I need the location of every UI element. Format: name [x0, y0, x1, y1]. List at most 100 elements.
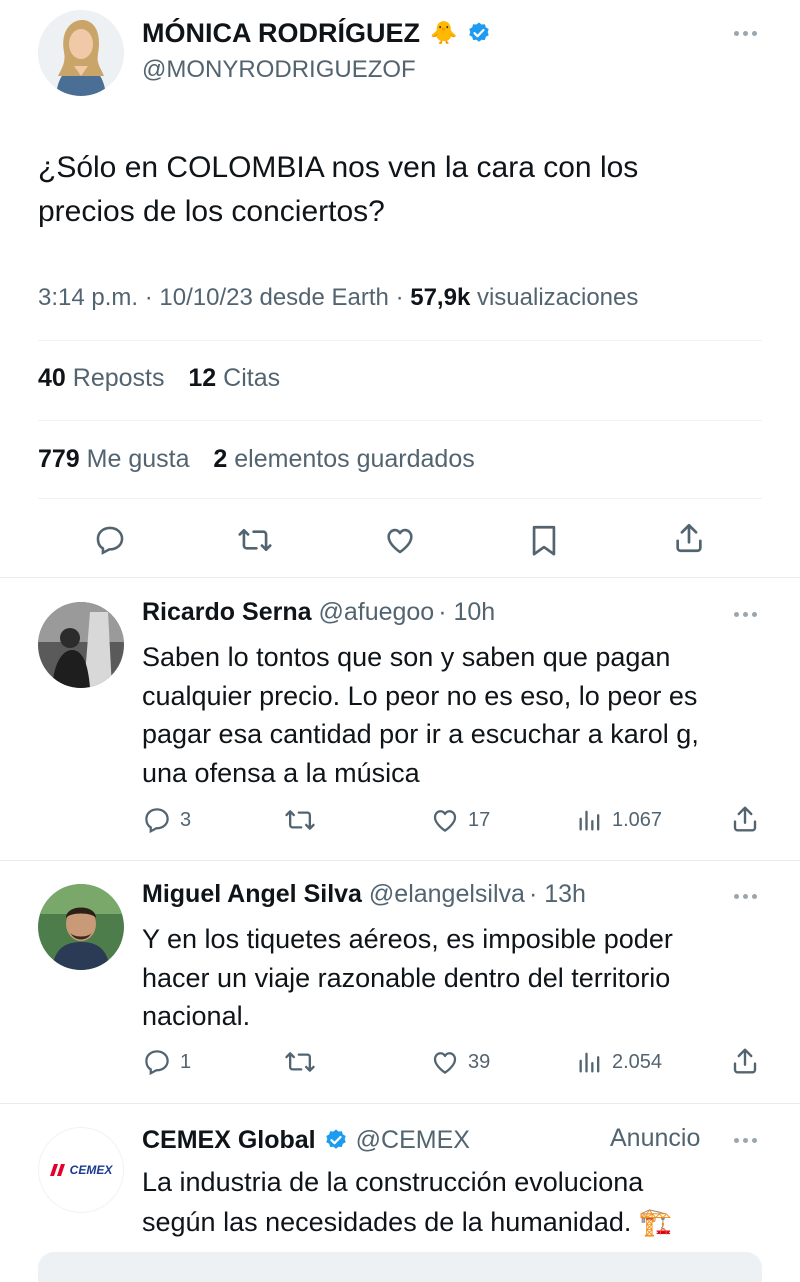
reply-like-button[interactable]: 17: [430, 805, 490, 835]
likes-label: Me gusta: [86, 445, 190, 473]
reply-text-line: Y en los tiquetes aéreos, es imposible p…: [142, 924, 673, 954]
reply-like-button[interactable]: 39: [430, 1047, 490, 1077]
repost-icon: [285, 810, 315, 830]
engagement-row-2: 779 Me gusta 2 elementos guardados: [38, 445, 475, 474]
more-icon[interactable]: [734, 1138, 757, 1143]
quotes-count: 12: [188, 364, 217, 392]
like-button[interactable]: [383, 523, 417, 557]
verified-icon: [324, 1128, 348, 1152]
views-count: 57,9k: [410, 284, 471, 311]
reply-icon: [96, 526, 124, 555]
more-icon[interactable]: [734, 894, 757, 899]
quotes-link[interactable]: 12 Citas: [188, 364, 280, 392]
ad-text-line: La industria de la construcción evolucio…: [142, 1167, 644, 1197]
reply-avatar[interactable]: [38, 884, 124, 970]
ad-text-line: según las necesidades de la humanidad. 🏗…: [142, 1202, 673, 1242]
reply-views-count: 2.054: [612, 1050, 663, 1073]
ad-avatar[interactable]: CEMEX: [38, 1127, 124, 1213]
tweet-timestamp[interactable]: 3:14 p.m. · 10/10/23 desde Earth ·: [38, 284, 410, 311]
tweet-meta: 3:14 p.m. · 10/10/23 desde Earth · 57,9k…: [38, 284, 638, 312]
reposts-count: 40: [38, 364, 66, 392]
reply-text: Saben lo tontos que son y saben que paga…: [142, 638, 699, 792]
reply-author-handle[interactable]: @elangelsilva: [369, 880, 525, 908]
like-icon: [433, 810, 457, 832]
reply-button[interactable]: [93, 523, 127, 557]
reply-reply-count: 3: [180, 808, 192, 831]
reply-text-line: hacer un viaje razonable dentro del terr…: [142, 962, 671, 993]
tweet-text-line: precios de los conciertos?: [38, 195, 385, 228]
saves-label: elementos guardados: [234, 445, 475, 473]
tweet-text-line: ¿Sólo en COLOMBIA nos ven la cara con lo…: [38, 151, 639, 184]
share-icon: [733, 1048, 757, 1074]
divider: [38, 340, 762, 341]
reply-reply-button[interactable]: 1: [142, 1047, 191, 1077]
saves-link[interactable]: 2 elementos guardados: [213, 445, 474, 473]
more-icon[interactable]: [734, 31, 757, 36]
reply-text-line: pagar esa cantidad por ir a escuchar a k…: [142, 719, 699, 749]
reply-text-line: Saben lo tontos que son y saben que paga…: [142, 642, 671, 672]
bookmark-icon: [532, 525, 556, 556]
reply-author-name[interactable]: Miguel Angel Silva: [142, 880, 362, 908]
reply-time[interactable]: · 13h: [529, 880, 586, 908]
share-button[interactable]: [672, 521, 706, 555]
author-avatar-image: [38, 10, 124, 96]
reply-like-count: 17: [468, 808, 491, 831]
reply-avatar-image: [38, 884, 124, 970]
bookmark-button[interactable]: [528, 523, 560, 557]
repost-button[interactable]: [237, 523, 273, 557]
author-name[interactable]: MÓNICA RODRÍGUEZ: [142, 18, 420, 49]
views-icon: [579, 810, 600, 831]
cemex-logo-text: CEMEX: [69, 1163, 113, 1177]
like-icon: [387, 528, 413, 554]
reply-reply-button[interactable]: 3: [142, 805, 191, 835]
ad-author-handle[interactable]: @CEMEX: [356, 1126, 470, 1155]
chick-emoji: 🐥: [430, 20, 458, 45]
reply-views-button[interactable]: 1.067: [576, 805, 662, 835]
likes-link[interactable]: 779 Me gusta: [38, 445, 190, 473]
reply-like-count: 39: [468, 1050, 491, 1073]
ad-text-line-content: según las necesidades de la humanidad.: [142, 1207, 632, 1237]
reposts-label: Reposts: [72, 364, 165, 392]
reply-share-button[interactable]: [730, 804, 760, 834]
more-icon[interactable]: [734, 612, 757, 617]
views-label: visualizaciones: [470, 284, 639, 311]
reply-icon: [145, 1050, 169, 1076]
saves-count: 2: [213, 445, 228, 473]
ad-author-name[interactable]: CEMEX Global: [142, 1126, 316, 1155]
reply-views-count: 1.067: [612, 808, 663, 831]
reply-share-button[interactable]: [730, 1046, 760, 1076]
reply-icon: [145, 808, 169, 834]
reply-views-button[interactable]: 2.054: [576, 1047, 662, 1077]
share-icon: [676, 523, 702, 553]
like-icon: [433, 1052, 457, 1074]
author-avatar[interactable]: [38, 10, 124, 96]
reply-reply-count: 1: [180, 1050, 192, 1073]
reply-text-line: cualquier precio. Lo peor no es eso, lo …: [142, 680, 698, 711]
repost-icon: [238, 528, 272, 552]
reply-repost-button[interactable]: [284, 1047, 316, 1077]
quotes-label: Citas: [223, 364, 281, 392]
cemex-stripes-icon: [49, 1164, 65, 1176]
author-name-row: MÓNICA RODRÍGUEZ 🐥: [142, 14, 491, 52]
reply-header: Ricardo Serna @afuegoo · 10h: [142, 598, 495, 627]
reply-avatar-image: [38, 602, 124, 688]
repost-icon: [285, 1052, 315, 1072]
author-handle[interactable]: @MONYRODRIGUEZOF: [142, 56, 416, 84]
construction-emoji: 🏗️: [638, 1207, 673, 1237]
divider: [0, 860, 800, 861]
reply-author-name[interactable]: Ricardo Serna: [142, 598, 312, 626]
reply-author-handle[interactable]: @afuegoo: [318, 598, 434, 626]
reply-repost-button[interactable]: [284, 805, 316, 835]
likes-count: 779: [38, 445, 80, 473]
ad-text: La industria de la construcción evolucio…: [142, 1162, 673, 1242]
tweet-text: ¿Sólo en COLOMBIA nos ven la cara con lo…: [38, 146, 638, 234]
ad-label: Anuncio: [610, 1124, 701, 1152]
divider: [38, 420, 762, 421]
verified-icon: [467, 21, 491, 45]
reposts-link[interactable]: 40 Reposts: [38, 364, 164, 392]
reply-time[interactable]: · 10h: [438, 598, 495, 626]
ad-media-preview[interactable]: [38, 1252, 762, 1282]
share-icon: [733, 806, 757, 832]
reply-avatar[interactable]: [38, 602, 124, 688]
ad-header: CEMEX Global @CEMEX: [142, 1122, 470, 1158]
